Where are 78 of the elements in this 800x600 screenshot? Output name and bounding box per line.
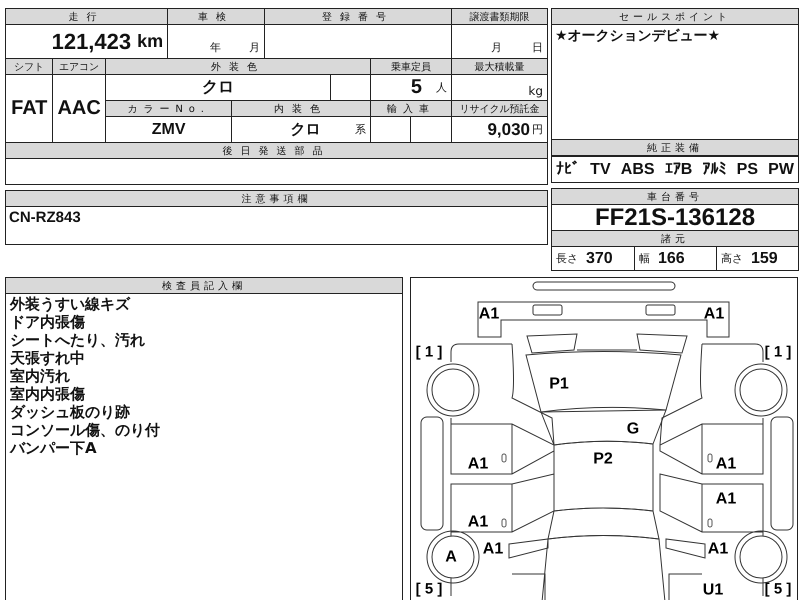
damage-code: P1	[549, 376, 569, 392]
interior-color-value: クロ	[290, 120, 321, 139]
column-header: シフト	[6, 59, 52, 74]
damage-code: A1	[704, 306, 724, 322]
mileage-value: 121,423	[52, 28, 132, 54]
tire-rating: [ 5 ]	[416, 580, 442, 598]
value-cell: FAT	[6, 75, 52, 142]
inspector-note: 天張すれ中	[10, 349, 86, 367]
column-header: 登録番号	[265, 9, 452, 24]
section-header: 検査員記入欄	[6, 278, 402, 294]
inspector-note: ダッシュ板のり跡	[10, 403, 131, 421]
damage-code: G	[626, 420, 640, 438]
unit-label: 人	[436, 80, 448, 95]
inspector-note: 外装うすい線キズ	[10, 295, 132, 313]
notes-text: CN-RZ843	[8, 208, 82, 228]
value-cell: ZMV	[106, 117, 232, 142]
damage-code: A1	[468, 456, 488, 472]
equipment-item: PS	[736, 160, 758, 178]
equipment-item: ｱﾙﾐ	[702, 160, 726, 179]
column-header: エアコン	[53, 59, 105, 74]
sales-point-text: ★オークションデビュー★	[554, 26, 722, 45]
unit-label: km	[137, 31, 164, 52]
unit-label: 系	[354, 122, 366, 137]
damage-code: A1	[482, 540, 504, 558]
unit-label: 日	[532, 40, 543, 56]
section-header: 車台番号	[552, 189, 798, 205]
column-header: 輸入車	[370, 101, 452, 116]
equipment-item: ﾅﾋﾞ	[556, 160, 580, 179]
column-header: カラーNo.	[106, 101, 232, 116]
capacity-value: 5	[410, 76, 422, 99]
equipment-item: TV	[590, 160, 611, 178]
unit-label: 年	[210, 40, 222, 56]
inspector-note: コンソール傷、のり付	[10, 421, 161, 439]
column-header: 車検	[168, 9, 264, 24]
column-header: 乗車定員	[370, 59, 452, 74]
equipment-item: PW	[768, 160, 794, 178]
spec-value: 166	[658, 250, 685, 268]
value-cell: クロ	[106, 75, 330, 100]
column-header: リサイクル預託金	[452, 101, 547, 116]
column-header: 後日発送部品	[6, 143, 547, 158]
tire-rating: [ 1 ]	[764, 344, 792, 360]
spec-label: 高さ	[721, 251, 743, 266]
damage-code: A1	[468, 514, 488, 530]
damage-code: A1	[716, 490, 736, 508]
damage-code: A1	[716, 456, 736, 472]
inspector-note: 室内汚れ	[10, 367, 71, 385]
recycling-fee-value: 9,030	[487, 120, 530, 140]
equipment-item: ｴｱB	[664, 160, 692, 179]
value-cell: kg	[452, 75, 547, 100]
inspector-note: ドア内張傷	[10, 313, 86, 331]
equipment-item: ABS	[620, 160, 655, 178]
damage-code: A	[445, 548, 457, 566]
column-header: 内装色	[232, 101, 370, 116]
damage-code: U1	[702, 582, 724, 598]
spec-value: 159	[751, 250, 778, 268]
spec-value: 370	[586, 250, 613, 268]
damage-code: P2	[593, 450, 613, 468]
column-header: 譲渡書類期限	[452, 9, 547, 24]
value-cell: AAC	[53, 75, 105, 142]
inspector-note: バンパー下A	[10, 439, 98, 457]
unit-label: 円	[532, 122, 543, 137]
column-header: 最大積載量	[452, 59, 547, 74]
tire-rating: [ 5 ]	[764, 580, 792, 598]
unit-label: 月	[490, 40, 502, 56]
damage-code: A1	[478, 306, 500, 322]
column-header: 外装色	[106, 59, 370, 74]
spec-label: 長さ	[556, 251, 578, 266]
section-header: セールスポイント	[552, 9, 798, 25]
section-header: 純正装備	[552, 139, 798, 156]
unit-label: 月	[249, 40, 260, 56]
column-header: 走行	[6, 9, 168, 24]
inspector-note: 室内内張傷	[10, 385, 86, 403]
section-header: 諸元	[552, 231, 798, 246]
section-header: 注意事項欄	[6, 191, 547, 207]
damage-code: A1	[708, 540, 728, 558]
tire-rating: [ 1 ]	[416, 344, 442, 360]
inspector-note: シートへたり、汚れ	[10, 331, 146, 349]
spec-label: 幅	[639, 251, 650, 266]
